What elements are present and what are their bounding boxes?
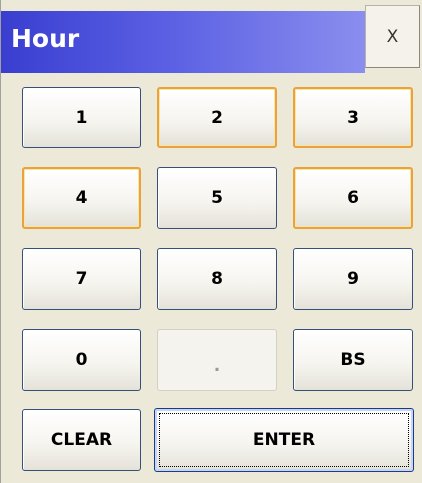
key-9-button[interactable]: 9 xyxy=(293,248,413,310)
clear-button[interactable]: CLEAR xyxy=(22,409,141,471)
key-0-label: 0 xyxy=(75,350,88,370)
key-1-label: 1 xyxy=(75,107,88,128)
key-9-label: 9 xyxy=(347,269,359,289)
key-0-button[interactable]: 0 xyxy=(22,329,141,391)
key-3-button[interactable]: 3 xyxy=(293,87,413,148)
key-6-button[interactable]: 6 xyxy=(293,167,413,229)
hour-keypad-dialog: Hour X 1 2 3 4 5 6 7 8 9 0 . BS CLEAR EN… xyxy=(0,0,422,483)
key-5-button[interactable]: 5 xyxy=(157,167,277,229)
key-7-label: 7 xyxy=(75,269,88,289)
title-bar: Hour X xyxy=(1,0,422,73)
key-7-button[interactable]: 7 xyxy=(22,248,141,310)
clear-label: CLEAR xyxy=(50,430,113,450)
close-icon: X xyxy=(386,26,399,47)
backspace-button[interactable]: BS xyxy=(293,329,413,391)
enter-label: ENTER xyxy=(252,430,316,450)
backspace-label: BS xyxy=(340,350,366,370)
dialog-title: Hour xyxy=(11,24,80,53)
decimal-point-label: . xyxy=(213,356,221,376)
decimal-point-button[interactable]: . xyxy=(157,329,277,391)
key-8-label: 8 xyxy=(211,269,223,289)
key-2-label: 2 xyxy=(211,107,223,128)
close-button[interactable]: X xyxy=(365,5,420,68)
key-5-label: 5 xyxy=(211,188,223,208)
key-4-label: 4 xyxy=(75,188,88,208)
key-4-button[interactable]: 4 xyxy=(22,167,141,229)
key-8-button[interactable]: 8 xyxy=(157,248,277,310)
key-1-button[interactable]: 1 xyxy=(22,87,141,148)
key-2-button[interactable]: 2 xyxy=(157,87,277,148)
key-3-label: 3 xyxy=(347,107,359,128)
key-6-label: 6 xyxy=(347,188,359,208)
enter-button[interactable]: ENTER xyxy=(154,408,414,472)
